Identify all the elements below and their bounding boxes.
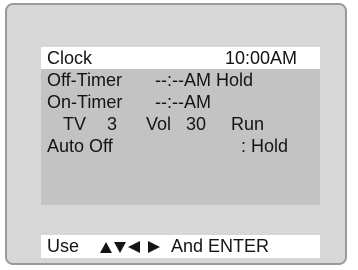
- auto-off-value: : Hold: [241, 136, 289, 156]
- volume-value: 30: [186, 114, 207, 134]
- menu-item-off-timer[interactable]: Off-Timer --:--AM Hold: [41, 69, 320, 91]
- channel-value: 3: [107, 114, 118, 134]
- arrow-right-icon: [148, 241, 160, 253]
- arrow-keys-icon: [100, 241, 160, 253]
- clock-label: Clock: [47, 48, 93, 68]
- timer-menu: Clock 10:00AM Off-Timer --:--AM Hold On-…: [41, 47, 320, 205]
- on-timer-label: On-Timer: [47, 92, 123, 112]
- arrow-down-icon: [114, 242, 126, 253]
- hint-suffix: And ENTER: [171, 236, 270, 256]
- navigation-hint: Use And ENTER: [41, 235, 320, 258]
- hint-prefix: Use: [47, 236, 80, 256]
- menu-item-auto-off[interactable]: Auto Off : Hold: [41, 135, 320, 157]
- arrow-left-icon: [128, 241, 140, 253]
- auto-off-label: Auto Off: [47, 136, 113, 156]
- volume-label: Vol: [146, 114, 172, 134]
- osd-frame: Clock 10:00AM Off-Timer --:--AM Hold On-…: [5, 3, 347, 265]
- arrow-up-icon: [100, 242, 112, 253]
- off-timer-value: --:--AM Hold: [155, 70, 253, 90]
- clock-value: 10:00AM: [225, 48, 298, 68]
- off-timer-label: Off-Timer: [47, 70, 122, 90]
- tv-label: TV: [63, 114, 87, 134]
- on-timer-value: --:--AM: [155, 92, 211, 112]
- menu-item-clock[interactable]: Clock 10:00AM: [41, 47, 320, 69]
- mode-value: Run: [231, 114, 265, 134]
- menu-item-tv-settings[interactable]: TV 3 Vol 30 Run: [41, 113, 320, 135]
- menu-item-on-timer[interactable]: On-Timer --:--AM: [41, 91, 320, 113]
